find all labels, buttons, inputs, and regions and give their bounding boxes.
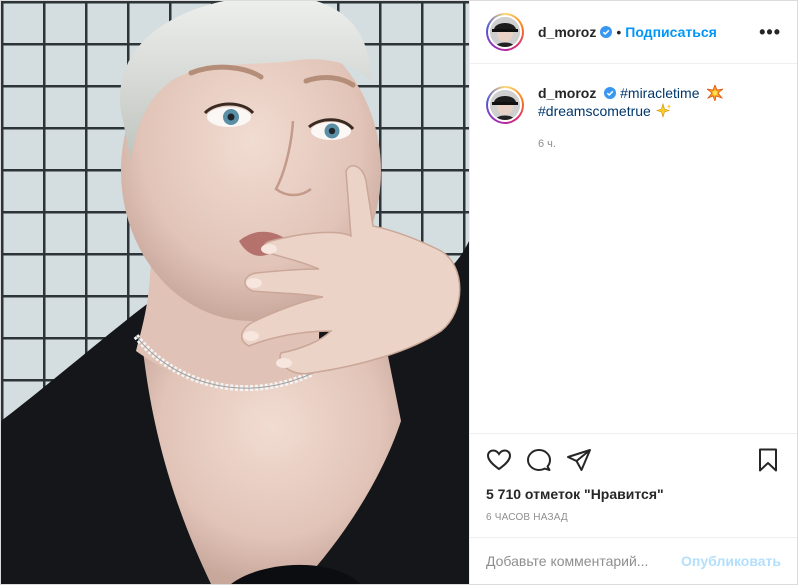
post-photo[interactable]: [1, 1, 469, 584]
share-icon[interactable]: [566, 447, 592, 473]
publish-button[interactable]: Опубликовать: [681, 553, 781, 569]
portrait-photo: [1, 1, 469, 584]
hashtag-link[interactable]: #dreamscometrue: [538, 103, 651, 119]
verified-badge-icon: [604, 87, 617, 99]
comment-icon[interactable]: [526, 447, 552, 473]
caption-avatar[interactable]: [486, 86, 524, 124]
post-timestamp[interactable]: 6 ЧАСОВ НАЗАД: [486, 512, 781, 537]
avatar-photo-icon: [490, 90, 520, 120]
comment-input[interactable]: [486, 553, 682, 569]
comments-area: d_moroz #miracletime #dreamscometrue 6 ч…: [470, 64, 797, 433]
heart-icon[interactable]: [486, 447, 512, 473]
caption-time: 6 ч.: [538, 138, 556, 150]
likes-count[interactable]: 5 710 отметок "Нравится": [486, 486, 781, 502]
caption: d_moroz #miracletime #dreamscometrue: [486, 84, 781, 124]
comment-box: Опубликовать: [470, 537, 797, 584]
avatar[interactable]: [486, 13, 524, 51]
instagram-post: d_moroz • Подписаться ••• d_moroz #mirac…: [0, 0, 798, 585]
sparkles-emoji-icon: [655, 103, 672, 119]
header-username[interactable]: d_moroz: [538, 24, 596, 40]
action-bar: 5 710 отметок "Нравится" 6 ЧАСОВ НАЗАД: [470, 433, 797, 537]
hashtag-link[interactable]: #miracletime: [620, 85, 699, 101]
follow-button[interactable]: Подписаться: [625, 24, 717, 40]
more-options-icon[interactable]: •••: [759, 23, 781, 41]
avatar-photo-icon: [490, 17, 520, 47]
caption-username[interactable]: d_moroz: [538, 85, 596, 101]
bookmark-icon[interactable]: [755, 447, 781, 473]
header-separator: •: [616, 24, 622, 40]
verified-badge-icon: [600, 26, 613, 38]
caption-text: d_moroz #miracletime #dreamscometrue: [538, 84, 724, 120]
collision-emoji-icon: [707, 85, 724, 101]
post-side-panel: d_moroz • Подписаться ••• d_moroz #mirac…: [469, 1, 797, 584]
post-header: d_moroz • Подписаться •••: [470, 1, 797, 64]
